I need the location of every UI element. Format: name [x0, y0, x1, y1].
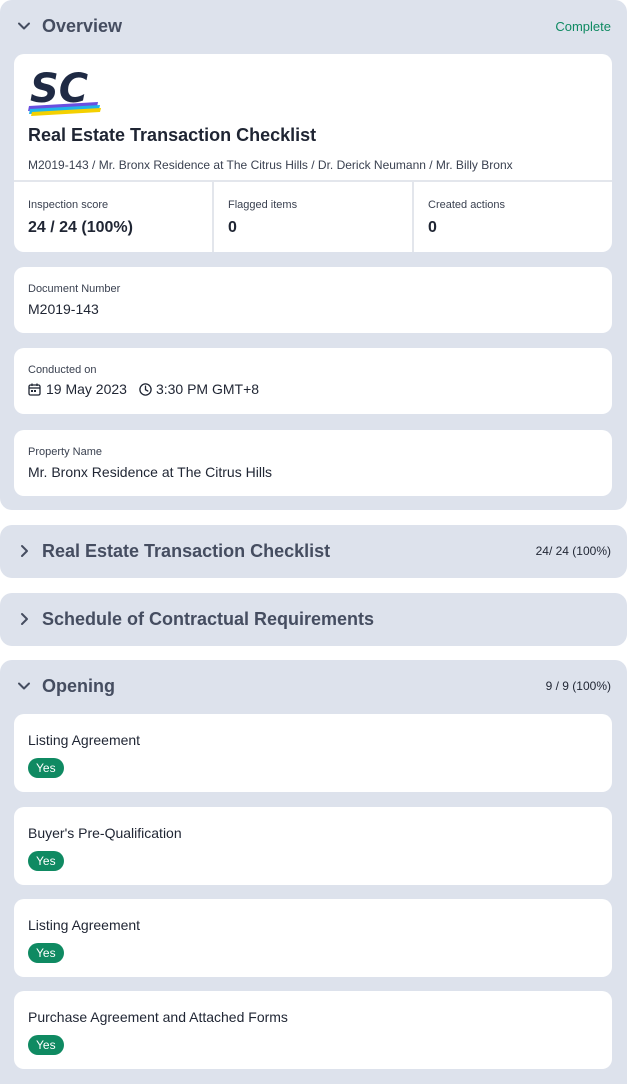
section-header[interactable]: Opening 9 / 9 (100%)	[0, 660, 627, 712]
chevron-down-icon[interactable]	[16, 18, 32, 34]
overview-title: Overview	[42, 15, 123, 36]
property-name-value: Mr. Bronx Residence at The Citrus Hills	[28, 464, 273, 480]
document-number-value: M2019-143	[28, 301, 99, 317]
section-schedule-contractual[interactable]: Schedule of Contractual Requirements	[0, 593, 627, 646]
section-title: Schedule of Contractual Requirements	[42, 608, 375, 629]
question-item[interactable]: Buyer's Pre-Qualification Yes	[14, 807, 612, 885]
section-score: 24/ 24 (100%)	[535, 544, 611, 558]
stat-created-actions: Created actions 0	[414, 182, 612, 252]
section-title: Real Estate Transaction Checklist	[42, 540, 331, 561]
stat-flagged-items: Flagged items 0	[214, 182, 413, 252]
field-label: Conducted on	[28, 364, 97, 376]
question-label: Listing Agreement	[28, 732, 141, 748]
question-label: Purchase Agreement and Attached Forms	[28, 1009, 288, 1025]
chevron-right-icon[interactable]	[16, 543, 32, 559]
section-title: Opening	[42, 675, 115, 696]
sc-logo: SC	[28, 66, 102, 116]
question-item[interactable]: Listing Agreement Yes	[14, 714, 612, 792]
answer-badge: Yes	[28, 758, 64, 778]
stat-value: 0	[428, 219, 437, 236]
conducted-date: 19 May 2023	[46, 381, 127, 397]
stat-label: Inspection score	[28, 199, 109, 211]
property-name-card[interactable]: Property Name Mr. Bronx Residence at The…	[14, 430, 612, 496]
field-label: Document Number	[28, 283, 121, 295]
overview-header[interactable]: Overview Complete	[0, 0, 627, 52]
answer-badge: Yes	[28, 943, 64, 963]
stat-label: Flagged items	[228, 199, 298, 211]
document-number-card[interactable]: Document Number M2019-143	[14, 267, 612, 333]
question-item[interactable]: Purchase Agreement and Attached Forms Ye…	[14, 991, 612, 1069]
stat-value: 0	[228, 219, 237, 236]
section-header[interactable]: Real Estate Transaction Checklist 24/ 24…	[0, 525, 627, 577]
conducted-time: 3:30 PM GMT+8	[155, 381, 260, 397]
clock-icon	[139, 382, 152, 396]
stat-label: Created actions	[428, 199, 506, 211]
stat-inspection-score: Inspection score 24 / 24 (100%)	[14, 182, 213, 252]
calendar-icon	[28, 383, 41, 396]
section-real-estate-checklist[interactable]: Real Estate Transaction Checklist 24/ 24…	[0, 525, 627, 578]
question-label: Buyer's Pre-Qualification	[28, 825, 182, 841]
overview-section: Overview Complete SC Real Estate Transac…	[0, 0, 627, 510]
stat-value: 24 / 24 (100%)	[28, 219, 133, 236]
report-summary-card: SC Real Estate Transaction Checklist M20…	[14, 54, 612, 252]
conducted-on-card[interactable]: Conducted on 19 May 2023 3:30 PM GMT+8	[14, 348, 612, 414]
svg-text:SC: SC	[30, 66, 88, 112]
chevron-down-icon[interactable]	[16, 678, 32, 694]
answer-badge: Yes	[28, 851, 64, 871]
chevron-right-icon[interactable]	[16, 611, 32, 627]
report-title: Real Estate Transaction Checklist	[28, 125, 317, 145]
status-badge: Complete	[555, 18, 611, 34]
answer-badge: Yes	[28, 1035, 64, 1055]
question-label: Listing Agreement	[28, 917, 141, 933]
section-header[interactable]: Schedule of Contractual Requirements	[0, 593, 627, 645]
section-opening: Opening 9 / 9 (100%) Listing Agreement Y…	[0, 660, 627, 1084]
report-subtitle: M2019-143 / Mr. Bronx Residence at The C…	[28, 158, 513, 172]
section-score: 9 / 9 (100%)	[545, 679, 611, 693]
conducted-on-value: 19 May 2023 3:30 PM GMT+8	[28, 381, 259, 397]
question-item[interactable]: Listing Agreement Yes	[14, 899, 612, 977]
field-label: Property Name	[28, 446, 102, 458]
